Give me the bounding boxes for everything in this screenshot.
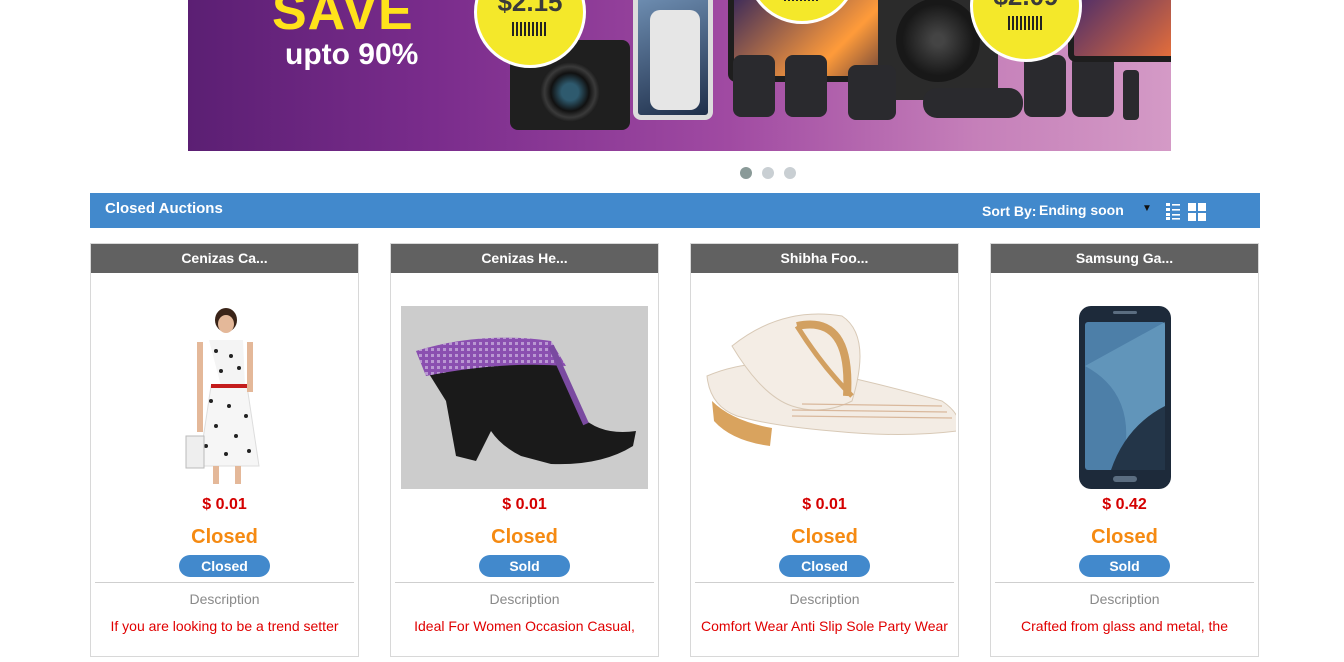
product-price: $ 0.42 — [1102, 496, 1147, 513]
divider — [95, 582, 354, 583]
product-price: $ 0.01 — [802, 496, 847, 513]
carousel-indicators — [740, 166, 806, 184]
product-title[interactable]: Shibha Foo... — [691, 244, 958, 273]
product-price: $ 0.01 — [502, 496, 547, 513]
status-badge[interactable]: Sold — [1079, 555, 1170, 577]
carousel-dot-3[interactable] — [784, 167, 796, 179]
divider — [995, 582, 1254, 583]
product-card[interactable]: Shibha Foo... $ 0.01 Closed Closed Descr… — [690, 243, 959, 657]
sort-label: Sort By: — [982, 203, 1037, 219]
product-image[interactable] — [695, 306, 956, 489]
product-title[interactable]: Samsung Ga... — [991, 244, 1258, 273]
banner-subline: upto 90% — [285, 38, 419, 71]
barcode-icon — [512, 22, 548, 36]
speaker-image — [1024, 55, 1066, 117]
status-badge[interactable]: Sold — [479, 555, 570, 577]
carousel-dot-2[interactable] — [762, 167, 774, 179]
description-label: Description — [789, 591, 860, 607]
phone-image — [650, 10, 700, 110]
promo-banner[interactable]: SAVE upto 90% $2.15 $2.09 — [188, 0, 1171, 151]
status-badge[interactable]: Closed — [179, 555, 270, 577]
product-image[interactable] — [1001, 306, 1248, 489]
product-price: $ 0.01 — [202, 496, 247, 513]
description-text: If you are looking to be a trend setter — [110, 618, 339, 634]
product-image[interactable] — [401, 306, 648, 489]
price-tag-left-amount: $2.15 — [497, 0, 563, 17]
sort-select[interactable]: Ending soon — [1039, 202, 1124, 218]
list-view-icon[interactable] — [1166, 203, 1180, 220]
description-text: Crafted from glass and metal, the — [1021, 618, 1228, 634]
divider — [695, 582, 954, 583]
banner-headline: SAVE — [272, 0, 414, 41]
product-card[interactable]: Cenizas Ca... $ 0.01 Closed Closed Descr… — [90, 243, 359, 657]
auction-status: Closed — [491, 526, 558, 548]
control-pod-image — [923, 88, 1023, 118]
description-label: Description — [489, 591, 560, 607]
divider — [395, 582, 654, 583]
product-title[interactable]: Cenizas Ca... — [91, 244, 358, 273]
tv-image — [1068, 0, 1171, 62]
description-label: Description — [1089, 591, 1160, 607]
product-image[interactable] — [101, 306, 348, 489]
chevron-down-icon[interactable]: ▼ — [1142, 203, 1152, 214]
speaker-image — [848, 65, 896, 120]
description-text: Comfort Wear Anti Slip Sole Party Wear — [701, 618, 948, 634]
status-badge[interactable]: Closed — [779, 555, 870, 577]
speaker-image — [733, 55, 775, 117]
barcode-icon — [784, 0, 820, 1]
section-header-bar: Closed Auctions Sort By: Ending soon ▼ — [90, 193, 1260, 228]
description-label: Description — [189, 591, 260, 607]
auction-status: Closed — [791, 526, 858, 548]
product-card[interactable]: Samsung Ga... $ 0.42 Closed Sold Descrip… — [990, 243, 1259, 657]
price-tag-right-amount: $2.09 — [973, 0, 1079, 12]
barcode-icon — [1008, 16, 1044, 30]
remote-image — [1123, 70, 1139, 120]
product-title[interactable]: Cenizas He... — [391, 244, 658, 273]
carousel-dot-1[interactable] — [740, 167, 752, 179]
speaker-image — [1072, 55, 1114, 117]
description-text: Ideal For Women Occasion Casual, — [414, 618, 635, 634]
grid-view-icon[interactable] — [1188, 203, 1206, 221]
section-title: Closed Auctions — [105, 200, 223, 217]
product-card[interactable]: Cenizas He... $ 0.01 Closed Sold Descrip… — [390, 243, 659, 657]
speaker-image — [785, 55, 827, 117]
auction-status: Closed — [191, 526, 258, 548]
auction-status: Closed — [1091, 526, 1158, 548]
